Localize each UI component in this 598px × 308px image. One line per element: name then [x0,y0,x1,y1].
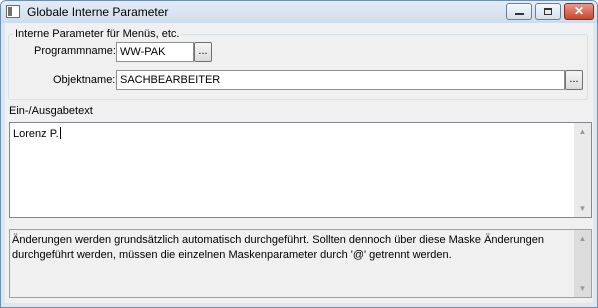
scroll-down-arrow-icon[interactable]: ▼ [574,200,591,217]
group-legend: Interne Parameter für Menüs, etc. [15,28,180,40]
programmname-browse-button[interactable]: ... [194,42,212,62]
title-bar[interactable]: Globale Interne Parameter ✕ [1,1,597,23]
info-scrollbar[interactable]: ▲ ▼ [574,230,591,297]
io-text-content[interactable]: Lorenz P. [13,127,61,140]
objektname-browse-button[interactable]: ... [565,70,583,90]
scroll-up-arrow-icon[interactable]: ▲ [574,123,591,140]
maximize-icon [544,8,552,15]
programmname-field[interactable]: WW-PAK [116,42,194,62]
close-icon: ✕ [573,4,585,18]
text-caret [59,127,61,139]
info-scroll-down-arrow-icon[interactable]: ▼ [574,280,591,297]
maximize-button[interactable] [535,3,561,20]
main-window: Globale Interne Parameter ✕ Interne Para… [0,0,598,308]
minimize-icon [515,13,524,15]
info-scroll-up-arrow-icon[interactable]: ▲ [574,230,591,247]
dialog-body: Interne Parameter für Menüs, etc. Progra… [5,23,593,303]
programmname-label: Programmname: [34,45,116,57]
io-text-scrollbar[interactable]: ▲ ▼ [574,123,591,217]
objektname-label: Objektname: [53,74,116,86]
info-text-box: Änderungen werden grundsätzlich automati… [9,229,592,298]
io-text-area[interactable]: Lorenz P. ▲ ▼ [9,122,592,218]
minimize-button[interactable] [506,3,532,20]
io-text-value: Lorenz P. [13,128,59,140]
app-window-icon[interactable] [6,5,20,18]
info-text: Änderungen werden grundsätzlich automati… [12,234,545,261]
io-text-label: Ein-/Ausgabetext [9,105,93,117]
close-button[interactable]: ✕ [564,3,594,20]
window-title: Globale Interne Parameter [27,5,169,19]
objektname-field[interactable]: SACHBEARBEITER [116,70,565,90]
